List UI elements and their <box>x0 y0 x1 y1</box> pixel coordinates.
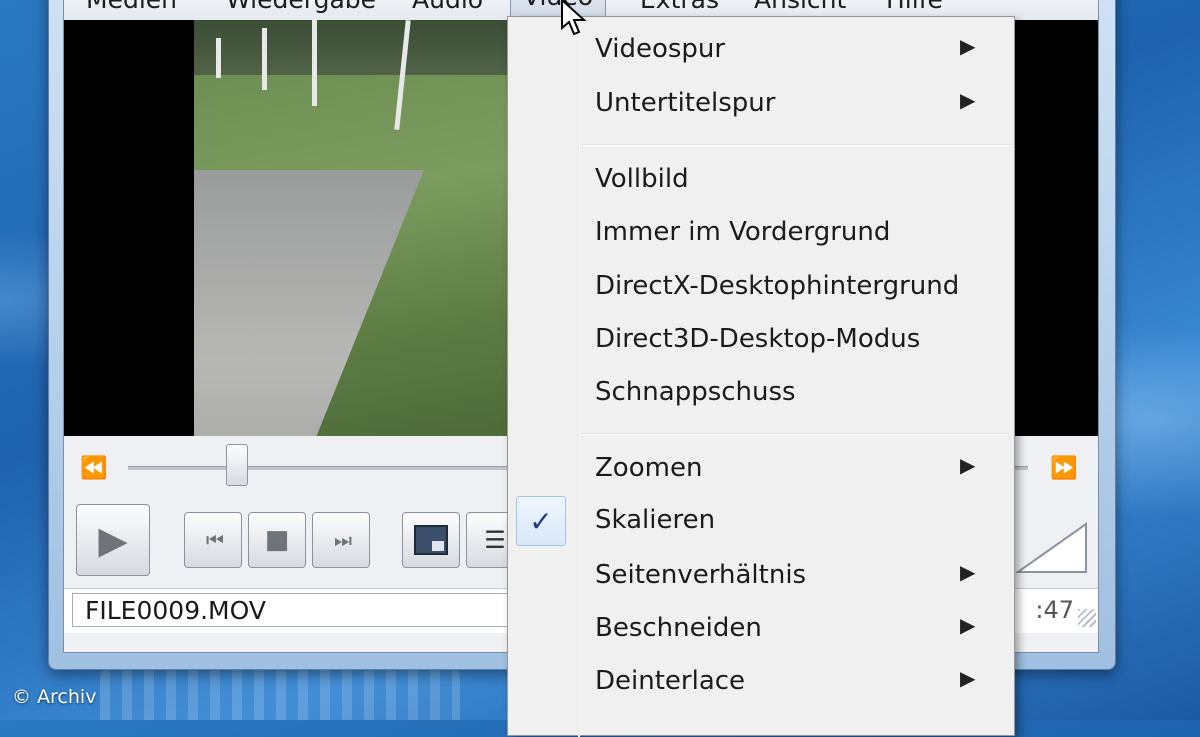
menu-item-schnappschuss[interactable]: Schnappschuss <box>508 368 1014 420</box>
menu-item-zoomen[interactable]: Zoomen ▶ <box>508 444 1014 496</box>
submenu-arrow-icon: ▶ <box>960 34 976 58</box>
menu-item-directx-desktophintergrund[interactable]: DirectX-Desktophintergrund <box>508 262 1014 314</box>
checkmark-icon: ✓ <box>516 496 566 546</box>
menu-help[interactable]: Hilfe <box>886 0 943 14</box>
mouse-cursor-icon <box>561 0 587 36</box>
play-button[interactable]: ▶ <box>76 504 150 576</box>
menu-item-label: Direct3D-Desktop-Modus <box>595 324 921 354</box>
fence-post <box>312 20 317 106</box>
menu-audio[interactable]: Audio <box>412 0 483 14</box>
resize-grip-icon[interactable] <box>1078 609 1096 627</box>
menu-item-label: Seitenverhältnis <box>595 560 807 590</box>
status-filename: FILE0009.MOV <box>72 593 512 627</box>
menu-separator <box>582 433 1010 435</box>
menu-view[interactable]: Ansicht <box>754 0 846 14</box>
playlist-icon: ☰ <box>484 526 506 554</box>
menu-tools[interactable]: Extras <box>640 0 719 14</box>
menu-item-direct3d-desktop-modus[interactable]: Direct3D-Desktop-Modus <box>508 315 1014 367</box>
menu-item-deinterlace[interactable]: Deinterlace ▶ <box>508 657 1014 709</box>
menu-item-label: Deinterlace <box>595 666 746 696</box>
menu-item-label: Schnappschuss <box>595 377 796 407</box>
menu-item-immer-im-vordergrund[interactable]: Immer im Vordergrund <box>508 208 1014 260</box>
submenu-arrow-icon: ▶ <box>960 88 976 112</box>
volume-wedge-icon <box>1016 522 1087 573</box>
menu-item-label: Videospur <box>595 34 726 64</box>
fullscreen-icon <box>414 525 448 555</box>
seek-forward-icon[interactable]: ⏩ <box>1050 456 1077 481</box>
fence-post <box>262 28 267 90</box>
play-icon: ▶ <box>98 518 128 562</box>
submenu-arrow-icon: ▶ <box>960 453 976 477</box>
menu-item-vollbild[interactable]: Vollbild <box>508 155 1014 207</box>
volume-slider[interactable] <box>1016 520 1088 574</box>
next-icon: ⏭ <box>334 528 352 552</box>
menu-item-label: Skalieren <box>595 505 716 535</box>
stop-button[interactable]: ■ <box>248 512 306 568</box>
menu-item-label: Immer im Vordergrund <box>595 217 891 247</box>
fence-post <box>216 38 221 78</box>
video-menu-dropdown: Videospur ▶ Untertitelspur ▶ Vollbild Im… <box>507 16 1015 737</box>
menu-item-label: Vollbild <box>595 164 689 194</box>
menu-item-beschneiden[interactable]: Beschneiden ▶ <box>508 604 1014 656</box>
menu-item-label: Beschneiden <box>595 613 762 643</box>
previous-button[interactable]: ⏮ <box>184 512 242 568</box>
next-button[interactable]: ⏭ <box>312 512 370 568</box>
image-credit: © Archiv <box>12 686 97 708</box>
seek-back-icon[interactable]: ⏪ <box>80 456 107 481</box>
menu-media[interactable]: Medien <box>86 0 177 14</box>
seek-slider-handle[interactable] <box>226 444 248 486</box>
menu-item-label: Untertitelspur <box>595 88 776 118</box>
menu-separator <box>582 144 1010 146</box>
menu-item-skalieren[interactable]: ✓ Skalieren <box>508 496 1014 548</box>
video-frame <box>194 20 507 436</box>
menu-playback[interactable]: Wiedergabe <box>226 0 376 14</box>
menu-item-seitenverhaeltnis[interactable]: Seitenverhältnis ▶ <box>508 551 1014 603</box>
menu-item-label: DirectX-Desktophintergrund <box>595 271 960 301</box>
menu-item-untertitelspur[interactable]: Untertitelspur ▶ <box>508 79 1014 131</box>
stop-icon: ■ <box>264 525 290 555</box>
previous-icon: ⏮ <box>206 528 224 552</box>
submenu-arrow-icon: ▶ <box>960 560 976 584</box>
taskbar <box>100 670 460 720</box>
fullscreen-button[interactable] <box>402 512 460 568</box>
menu-item-label: Zoomen <box>595 453 703 483</box>
submenu-arrow-icon: ▶ <box>960 613 976 637</box>
submenu-arrow-icon: ▶ <box>960 666 976 690</box>
